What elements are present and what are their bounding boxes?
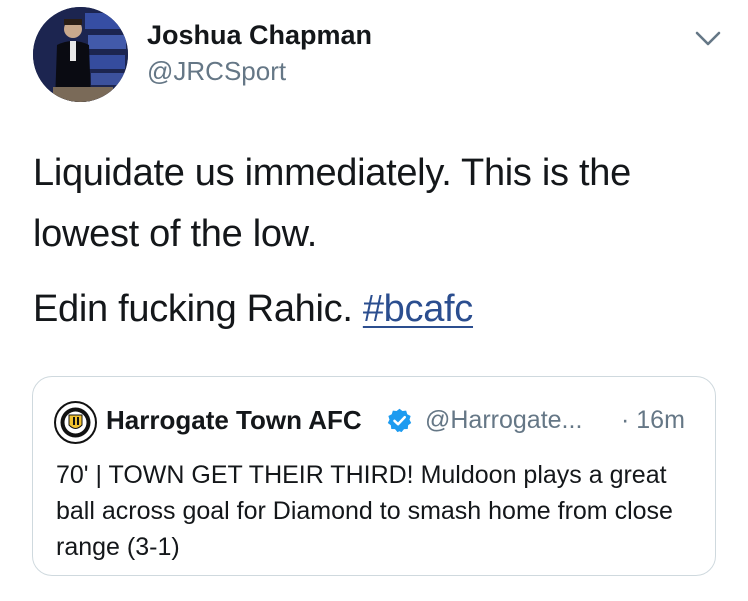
more-options-button[interactable]	[692, 24, 724, 52]
quoted-tweet-timestamp[interactable]: · 16m	[621, 406, 685, 435]
author-avatar[interactable]	[33, 7, 128, 102]
author-handle[interactable]: @JRCSport	[147, 56, 286, 87]
profile-photo	[33, 7, 128, 102]
hashtag-link[interactable]: #bcafc	[363, 288, 473, 330]
quoted-author-avatar[interactable]	[54, 401, 97, 444]
quoted-author-name[interactable]: Harrogate Town AFC	[106, 405, 362, 436]
tweet-paragraph-2: Edin fucking Rahic. #bcafc	[33, 279, 713, 340]
chevron-down-icon	[695, 31, 721, 46]
quoted-author-handle[interactable]: @Harrogate...	[425, 406, 582, 435]
verified-badge-icon	[386, 407, 413, 434]
quoted-tweet-text: 70' | TOWN GET THEIR THIRD! Muldoon play…	[56, 461, 673, 561]
author-display-name[interactable]: Joshua Chapman	[147, 20, 372, 51]
tweet-paragraph-2-text: Edin fucking Rahic.	[33, 288, 363, 330]
quoted-tweet-card[interactable]: Harrogate Town AFC @Harrogate... · 16m 7…	[32, 376, 716, 576]
tweet-paragraph-1: Liquidate us immediately. This is the lo…	[33, 152, 631, 255]
club-crest-icon	[54, 401, 97, 444]
tweet-text: Liquidate us immediately. This is the lo…	[33, 143, 713, 340]
